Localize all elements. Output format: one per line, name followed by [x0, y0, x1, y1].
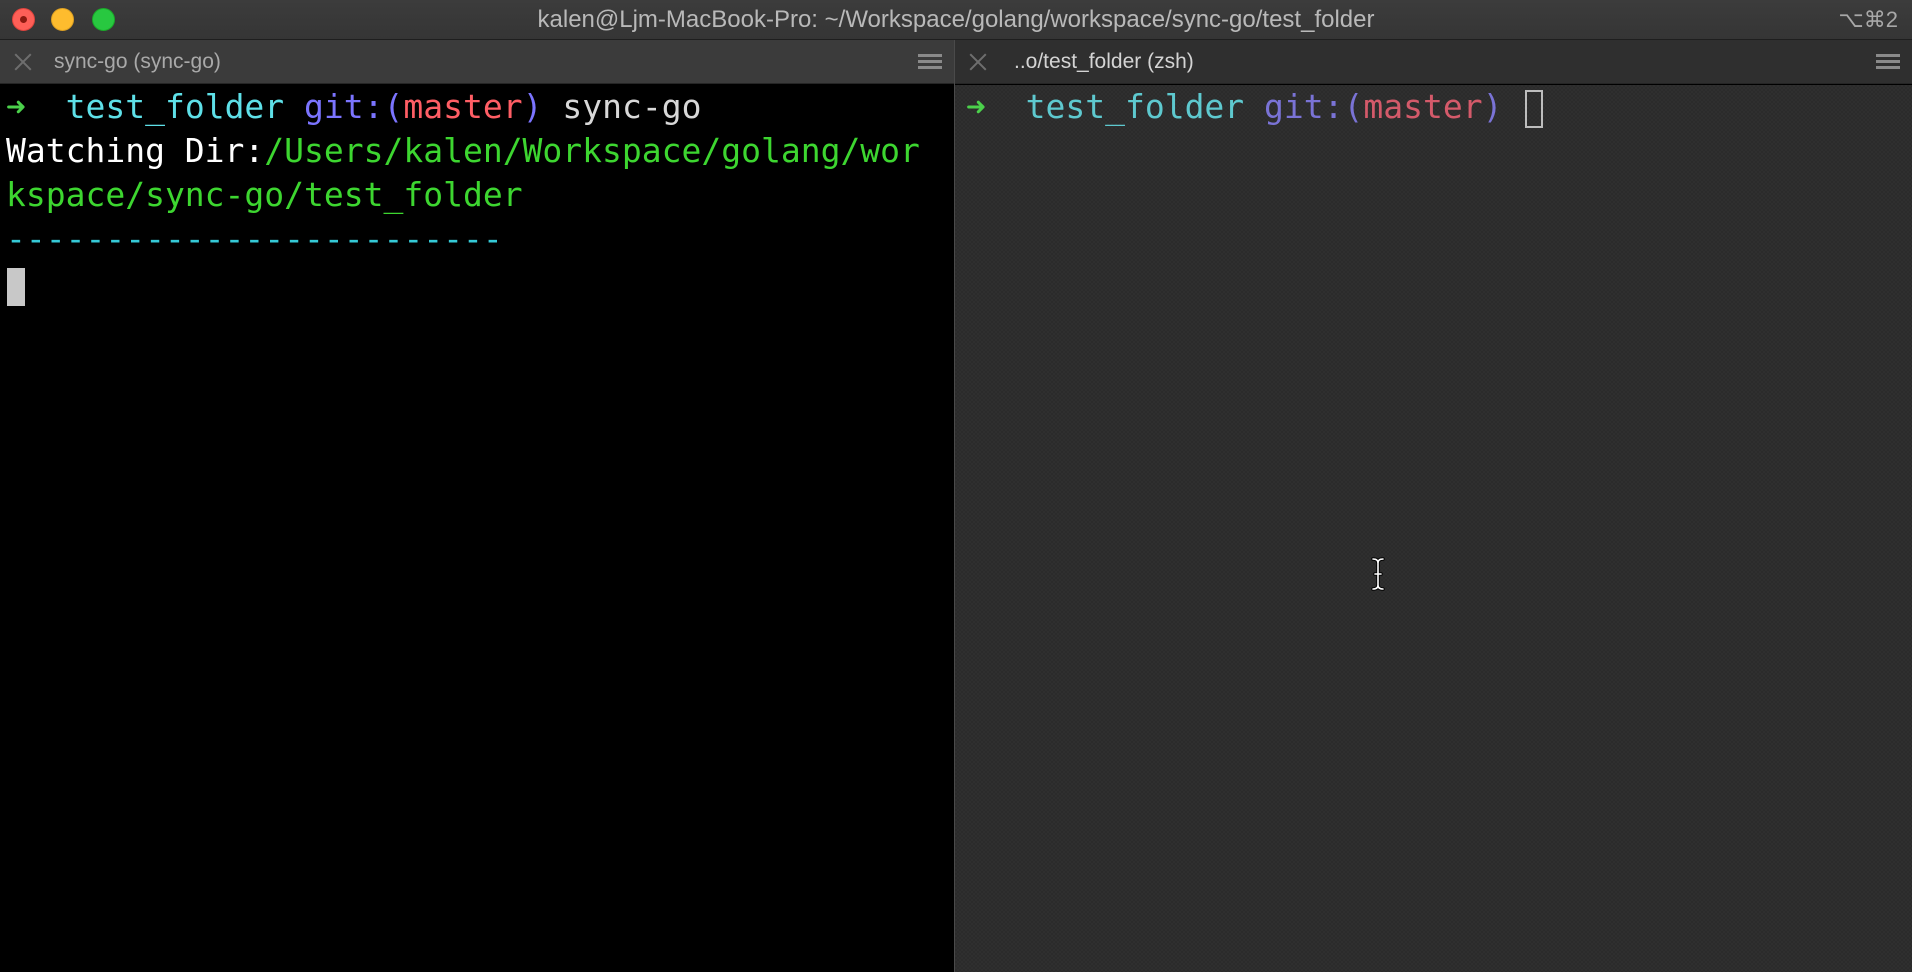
ibeam-cursor-icon [1371, 557, 1385, 591]
prompt-git-open: git:( [304, 87, 404, 126]
prompt-branch: master [1363, 87, 1483, 126]
text-cursor [7, 268, 25, 306]
close-tab-icon[interactable] [967, 51, 989, 73]
title-bar[interactable]: kalen@Ljm-MacBook-Pro: ~/Workspace/golan… [0, 0, 1912, 40]
close-tab-icon[interactable] [12, 51, 34, 73]
prompt-arrow-icon: ➜ [6, 87, 26, 126]
terminal-window: kalen@Ljm-MacBook-Pro: ~/Workspace/golan… [0, 0, 1912, 972]
pane-menu-icon[interactable] [1876, 54, 1900, 70]
watching-path-2: kspace/sync-go/test_folder [6, 175, 523, 214]
prompt-git-close: ) [1482, 87, 1503, 126]
pane-menu-icon[interactable] [918, 54, 942, 70]
window-shortcut-label: ⌥⌘2 [1838, 7, 1898, 32]
terminal-pane-right[interactable]: ➜ test_folder git:(master) [955, 85, 1912, 972]
prompt-git-open: git:( [1264, 87, 1364, 126]
watching-path-1: /Users/kalen/Workspace/golang/wor [264, 131, 920, 170]
tab-label: ..o/test_folder (zsh) [1014, 50, 1194, 73]
tab-sync-go[interactable]: sync-go (sync-go) [0, 40, 954, 84]
prompt-folder: test_folder [1025, 87, 1245, 126]
prompt-line: ➜ test_folder git:(master) sync-go [6, 85, 701, 129]
watching-label: Watching Dir: [6, 131, 265, 170]
prompt-command: sync-go [562, 87, 702, 126]
terminal-pane-left[interactable]: ➜ test_folder git:(master) sync-go Watch… [0, 85, 954, 972]
tab-label: sync-go (sync-go) [54, 50, 221, 73]
prompt-branch: master [403, 87, 523, 126]
prompt-line: ➜ test_folder git:(master) [966, 85, 1502, 129]
output-line: Watching Dir:/Users/kalen/Workspace/gola… [6, 129, 920, 173]
prompt-git-close: ) [522, 87, 543, 126]
window-title: kalen@Ljm-MacBook-Pro: ~/Workspace/golan… [537, 6, 1375, 33]
separator-line: ------------------------- [6, 219, 503, 258]
text-cursor [1525, 90, 1543, 128]
output-line: kspace/sync-go/test_folder [6, 173, 523, 217]
output-line: ------------------------- [6, 217, 503, 261]
tab-zsh[interactable]: ..o/test_folder (zsh) [955, 40, 1912, 84]
prompt-folder: test_folder [65, 87, 285, 126]
prompt-arrow-icon: ➜ [966, 87, 986, 126]
